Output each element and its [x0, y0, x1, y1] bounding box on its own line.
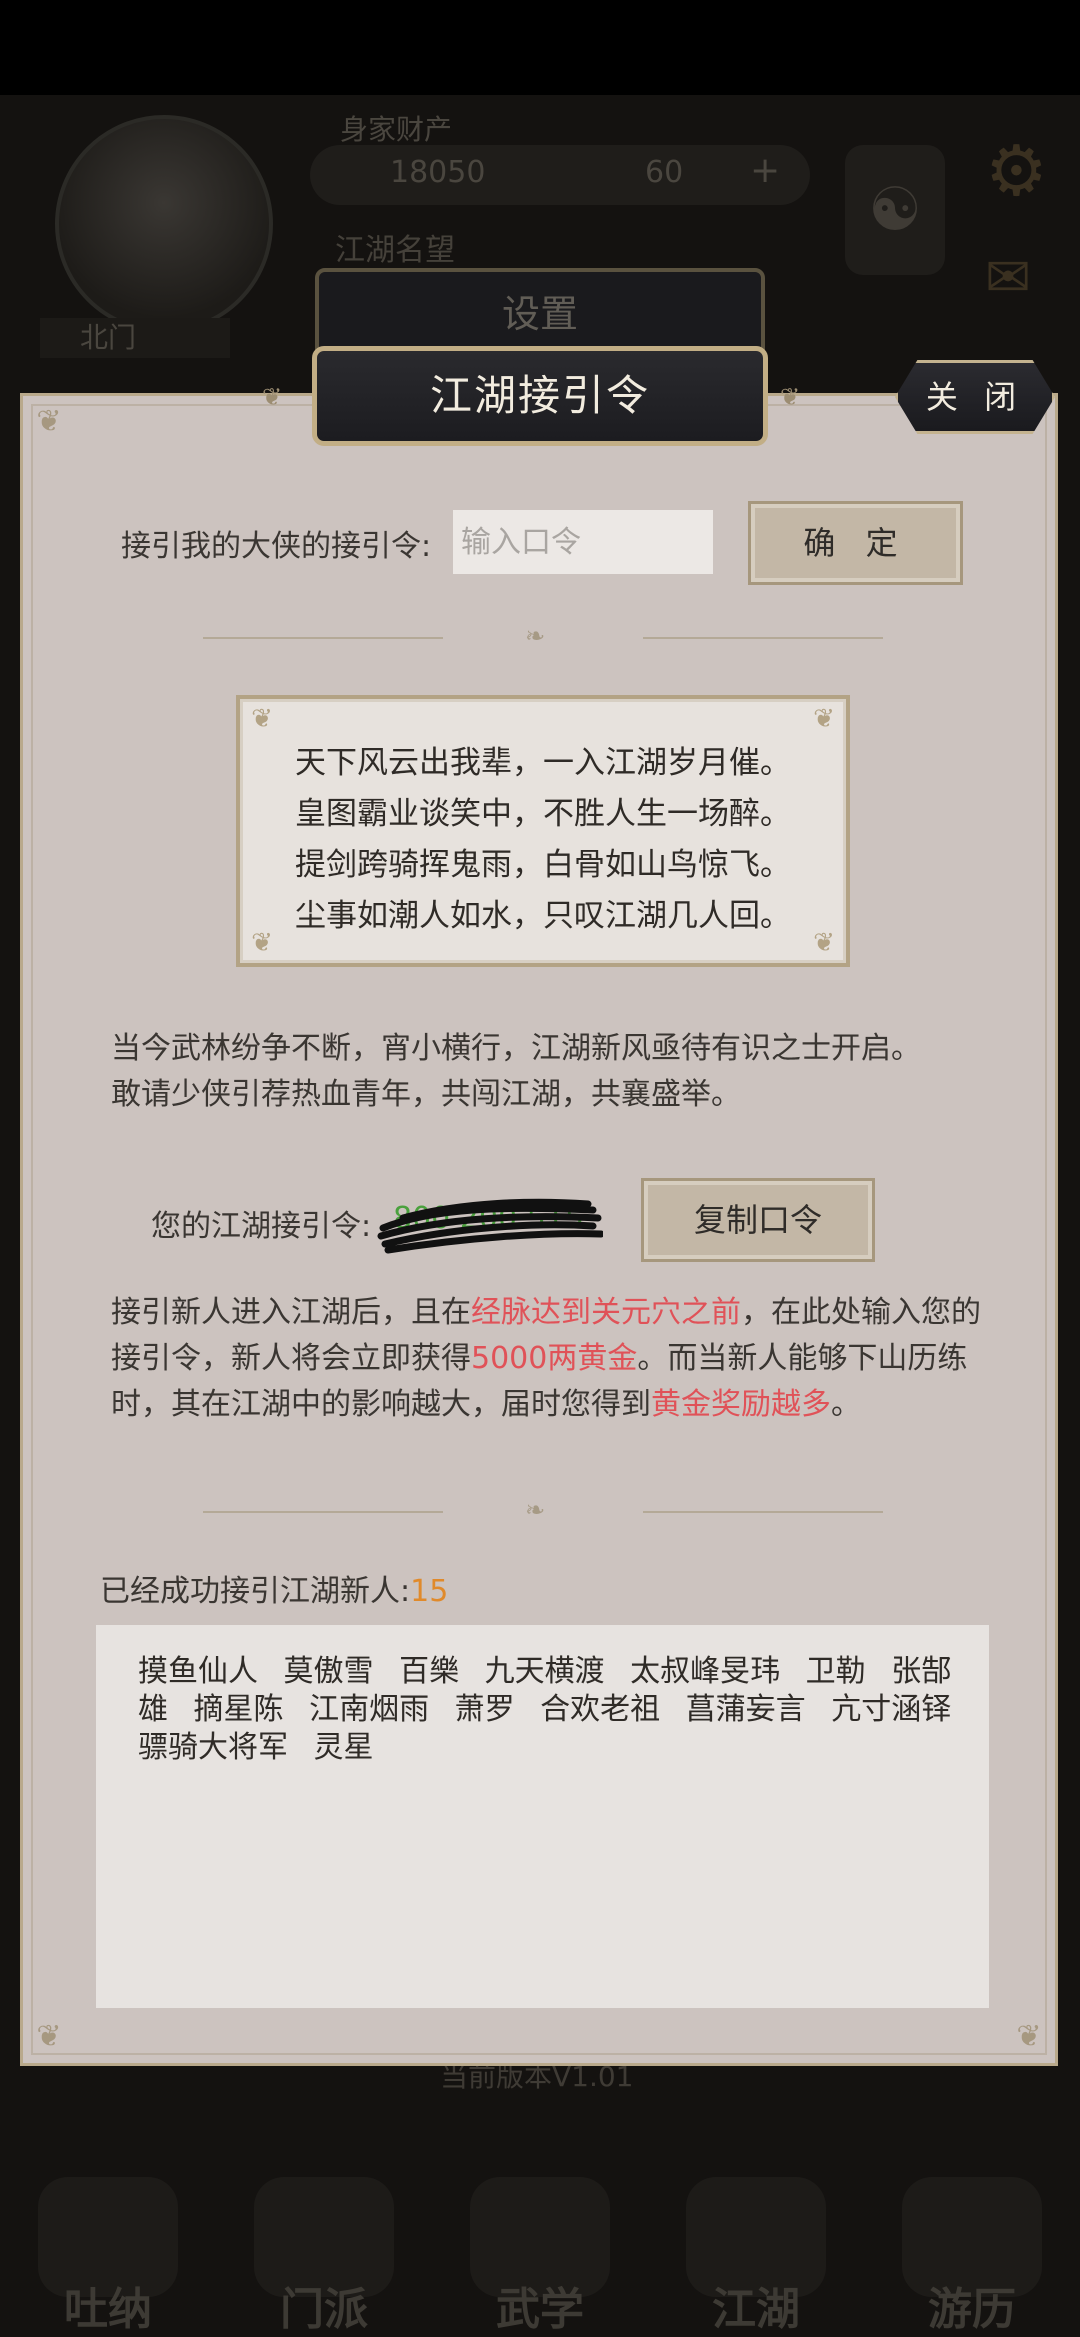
- invite-code-input[interactable]: [453, 510, 713, 574]
- rules-highlight: 黄金奖励越多: [651, 1387, 831, 1422]
- dialog-title-tab: 江湖接引令: [312, 346, 768, 446]
- settings-tab-label: 设置: [501, 292, 578, 336]
- avatar[interactable]: [55, 115, 273, 333]
- invited-count-value: 15: [410, 1574, 449, 1609]
- add-currency-icon[interactable]: +: [750, 150, 780, 191]
- divider-ornament-icon: ❧: [525, 1496, 546, 1524]
- invite-code-label: 接引我的大侠的接引令:: [121, 529, 432, 564]
- invited-names-box[interactable]: 摸鱼仙人 莫傲雪 百樂 九天横渡 太叔峰旻玮 卫勒 张郜雄 摘星陈 江南烟雨 萧…: [96, 1625, 989, 2008]
- corner-ornament-icon: ❦: [1016, 2019, 1042, 2054]
- invite-dialog: ❦ ❦ ❦ ❦ 接引我的大侠的接引令: 确 定 ❧ ❦ ❦ ❦ ❦ 天下风云出我…: [20, 393, 1058, 2066]
- dialog-title: 江湖接引令: [429, 371, 650, 420]
- fame-label: 江湖名望: [335, 233, 455, 268]
- rules-highlight: 经脉达到关元穴之前: [471, 1295, 741, 1330]
- status-bar: [0, 0, 1080, 95]
- invited-count-label: 已经成功接引江湖新人:: [100, 1574, 411, 1609]
- nav-youli[interactable]: 游历: [882, 2167, 1062, 2337]
- mail-icon[interactable]: ✉: [985, 245, 1031, 309]
- invited-names-list: 摸鱼仙人 莫傲雪 百樂 九天横渡 太叔峰旻玮 卫勒 张郜雄 摘星陈 江南烟雨 萧…: [138, 1654, 952, 1765]
- resource-bar: [310, 145, 810, 205]
- poem-line: 提剑跨骑挥鬼雨，白骨如山鸟惊飞。: [295, 847, 791, 883]
- intro-text: 当今武林纷争不断，宵小横行，江湖新风亟待有识之士开启。 敢请少侠引荐热血青年，共…: [111, 1026, 991, 1118]
- poem-line: 皇图霸业谈笑中，不胜人生一场醉。: [295, 796, 791, 832]
- copy-code-button[interactable]: 复制口令: [641, 1178, 875, 1262]
- close-button-label: 关 闭: [925, 378, 1025, 416]
- rules-highlight: 5000两黄金: [471, 1341, 638, 1376]
- jade-amount: 60: [645, 155, 684, 190]
- divider-ornament-icon: ❧: [525, 622, 546, 650]
- gold-amount: 18050: [390, 155, 486, 190]
- gear-icon[interactable]: ⚙: [985, 130, 1048, 212]
- nav-wuxue[interactable]: 武学: [450, 2167, 630, 2337]
- divider: ❧: [203, 1496, 883, 1524]
- taiji-icon[interactable]: ☯: [845, 145, 945, 275]
- corner-ornament-icon: ❦: [813, 704, 835, 734]
- poem-line: 天下风云出我辈，一入江湖岁月催。: [295, 745, 791, 781]
- bottom-nav: 吐纳 门派 武学 江湖 游历: [0, 2160, 1080, 2337]
- resource-label: 身家财产: [340, 113, 453, 146]
- corner-ornament-icon: ❦: [36, 404, 62, 439]
- invited-count: 已经成功接引江湖新人:15: [100, 1566, 448, 1610]
- poem-box: ❦ ❦ ❦ ❦ 天下风云出我辈，一入江湖岁月催。 皇图霸业谈笑中，不胜人生一场醉…: [236, 695, 850, 967]
- intro-line: 当今武林纷争不断，宵小横行，江湖新风亟待有识之士开启。: [111, 1031, 921, 1066]
- tab-wing-right-icon: ❦: [780, 383, 801, 411]
- corner-ornament-icon: ❦: [36, 2019, 62, 2054]
- player-name: 北门: [40, 318, 230, 358]
- close-button[interactable]: 关 闭: [895, 360, 1055, 434]
- nav-menpai[interactable]: 门派: [234, 2167, 414, 2337]
- poem-line: 尘事如潮人如水，只叹江湖几人回。: [295, 898, 791, 934]
- nav-jianghu[interactable]: 江湖: [666, 2167, 846, 2337]
- redaction-scribble: [377, 1198, 603, 1254]
- divider: ❧: [203, 622, 883, 650]
- intro-line: 敢请少侠引荐热血青年，共闯江湖，共襄盛举。: [111, 1077, 741, 1112]
- my-code-label: 您的江湖接引令:: [151, 1209, 372, 1244]
- corner-ornament-icon: ❦: [251, 704, 273, 734]
- nav-tuna[interactable]: 吐纳: [18, 2167, 198, 2337]
- confirm-button[interactable]: 确 定: [748, 501, 963, 585]
- rules-text: 接引新人进入江湖后，且在经脉达到关元穴之前，在此处输入您的接引令，新人将会立即获…: [111, 1295, 981, 1422]
